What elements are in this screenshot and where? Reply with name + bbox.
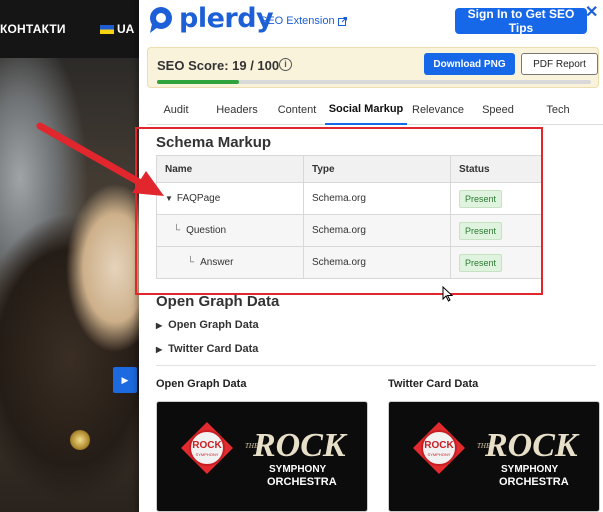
logo-badge-subtext: SYMPHONY (196, 452, 219, 457)
ukraine-flag-icon (100, 24, 114, 34)
tab-bar: Audit Headers Content Social Markup Relevanc… (147, 95, 603, 125)
section-divider (156, 365, 596, 366)
logo-rock: ROCK (252, 427, 348, 464)
seo-extension-label: SEO Extension (260, 15, 335, 27)
caret-right-icon: ▶ (156, 344, 163, 354)
open-graph-toggle[interactable]: ▶ Open Graph Data (156, 319, 259, 331)
mouse-cursor-icon (442, 286, 454, 302)
twitter-card-toggle[interactable]: ▶ Twitter Card Data (156, 343, 258, 355)
pdf-report-button[interactable]: PDF Report (521, 53, 598, 75)
download-png-button[interactable]: Download PNG (424, 53, 515, 75)
external-link-icon (337, 16, 347, 26)
tab-content[interactable]: Content (269, 95, 325, 125)
logo-orchestra: ORCHESTRA (267, 476, 337, 488)
close-icon[interactable]: ✕ (585, 2, 598, 22)
twitter-card-title: Twitter Card Data (388, 378, 479, 390)
tab-social-markup[interactable]: Social Markup (325, 95, 407, 125)
logo-orchestra: ORCHESTRA (499, 476, 569, 488)
logo-badge-subtext: SYMPHONY (428, 452, 451, 457)
plerdy-logo-icon (150, 7, 172, 33)
decorative-pin (70, 430, 90, 450)
caret-right-icon: ▶ (156, 320, 163, 330)
sign-in-button[interactable]: Sign In to Get SEO Tips (455, 7, 587, 35)
logo-badge-text: ROCK (424, 440, 454, 451)
logo-symphony: SYMPHONY (269, 464, 327, 475)
language-label: UA (117, 22, 135, 36)
annotation-highlight-box (135, 127, 543, 295)
play-icon: ▶ (121, 374, 129, 385)
tab-headers[interactable]: Headers (205, 95, 269, 125)
seo-score-progress-track (157, 80, 591, 84)
rock-symphony-logo: ROCKSYMPHONYTHEROCKSYMPHONYORCHESTRA (413, 422, 580, 488)
rock-symphony-logo: ROCKSYMPHONYTHEROCKSYMPHONYORCHESTRA (181, 422, 348, 488)
seo-score-progress-fill (157, 80, 240, 84)
info-icon[interactable]: i (279, 58, 292, 71)
open-graph-heading: Open Graph Data (156, 293, 280, 310)
logo-rock: ROCK (484, 427, 580, 464)
nav-link-contacts[interactable]: КОНТАКТИ (0, 22, 66, 36)
seo-score-label: SEO Score: 19 / 100 (157, 58, 280, 73)
tab-audit[interactable]: Audit (147, 95, 205, 125)
language-switcher[interactable]: UA (100, 22, 134, 36)
logo-badge-text: ROCK (192, 440, 222, 451)
seo-score-box: SEO Score: 19 / 100 i Download PNG PDF R… (147, 47, 599, 88)
tab-tech[interactable]: Tech (527, 95, 589, 125)
tab-speed[interactable]: Speed (469, 95, 527, 125)
site-side-button[interactable]: ▶ (113, 367, 137, 393)
tab-relevance[interactable]: Relevance (407, 95, 469, 125)
og-preview-image: ROCK SYMPHONY THE ROCK SYMPHONY ORCHESTRA (156, 401, 368, 512)
og-card-title: Open Graph Data (156, 378, 247, 390)
twitter-card-toggle-label: Twitter Card Data (168, 343, 259, 355)
seo-extension-link[interactable]: SEO Extension (260, 15, 347, 27)
open-graph-toggle-label: Open Graph Data (168, 319, 259, 331)
panel-header: plerdy SEO Extension Sign In to Get SEO … (139, 0, 603, 42)
twitter-preview-image: ROCK SYMPHONY THE ROCK SYMPHONY ORCHESTRA (388, 401, 600, 512)
logo-symphony: SYMPHONY (501, 464, 559, 475)
